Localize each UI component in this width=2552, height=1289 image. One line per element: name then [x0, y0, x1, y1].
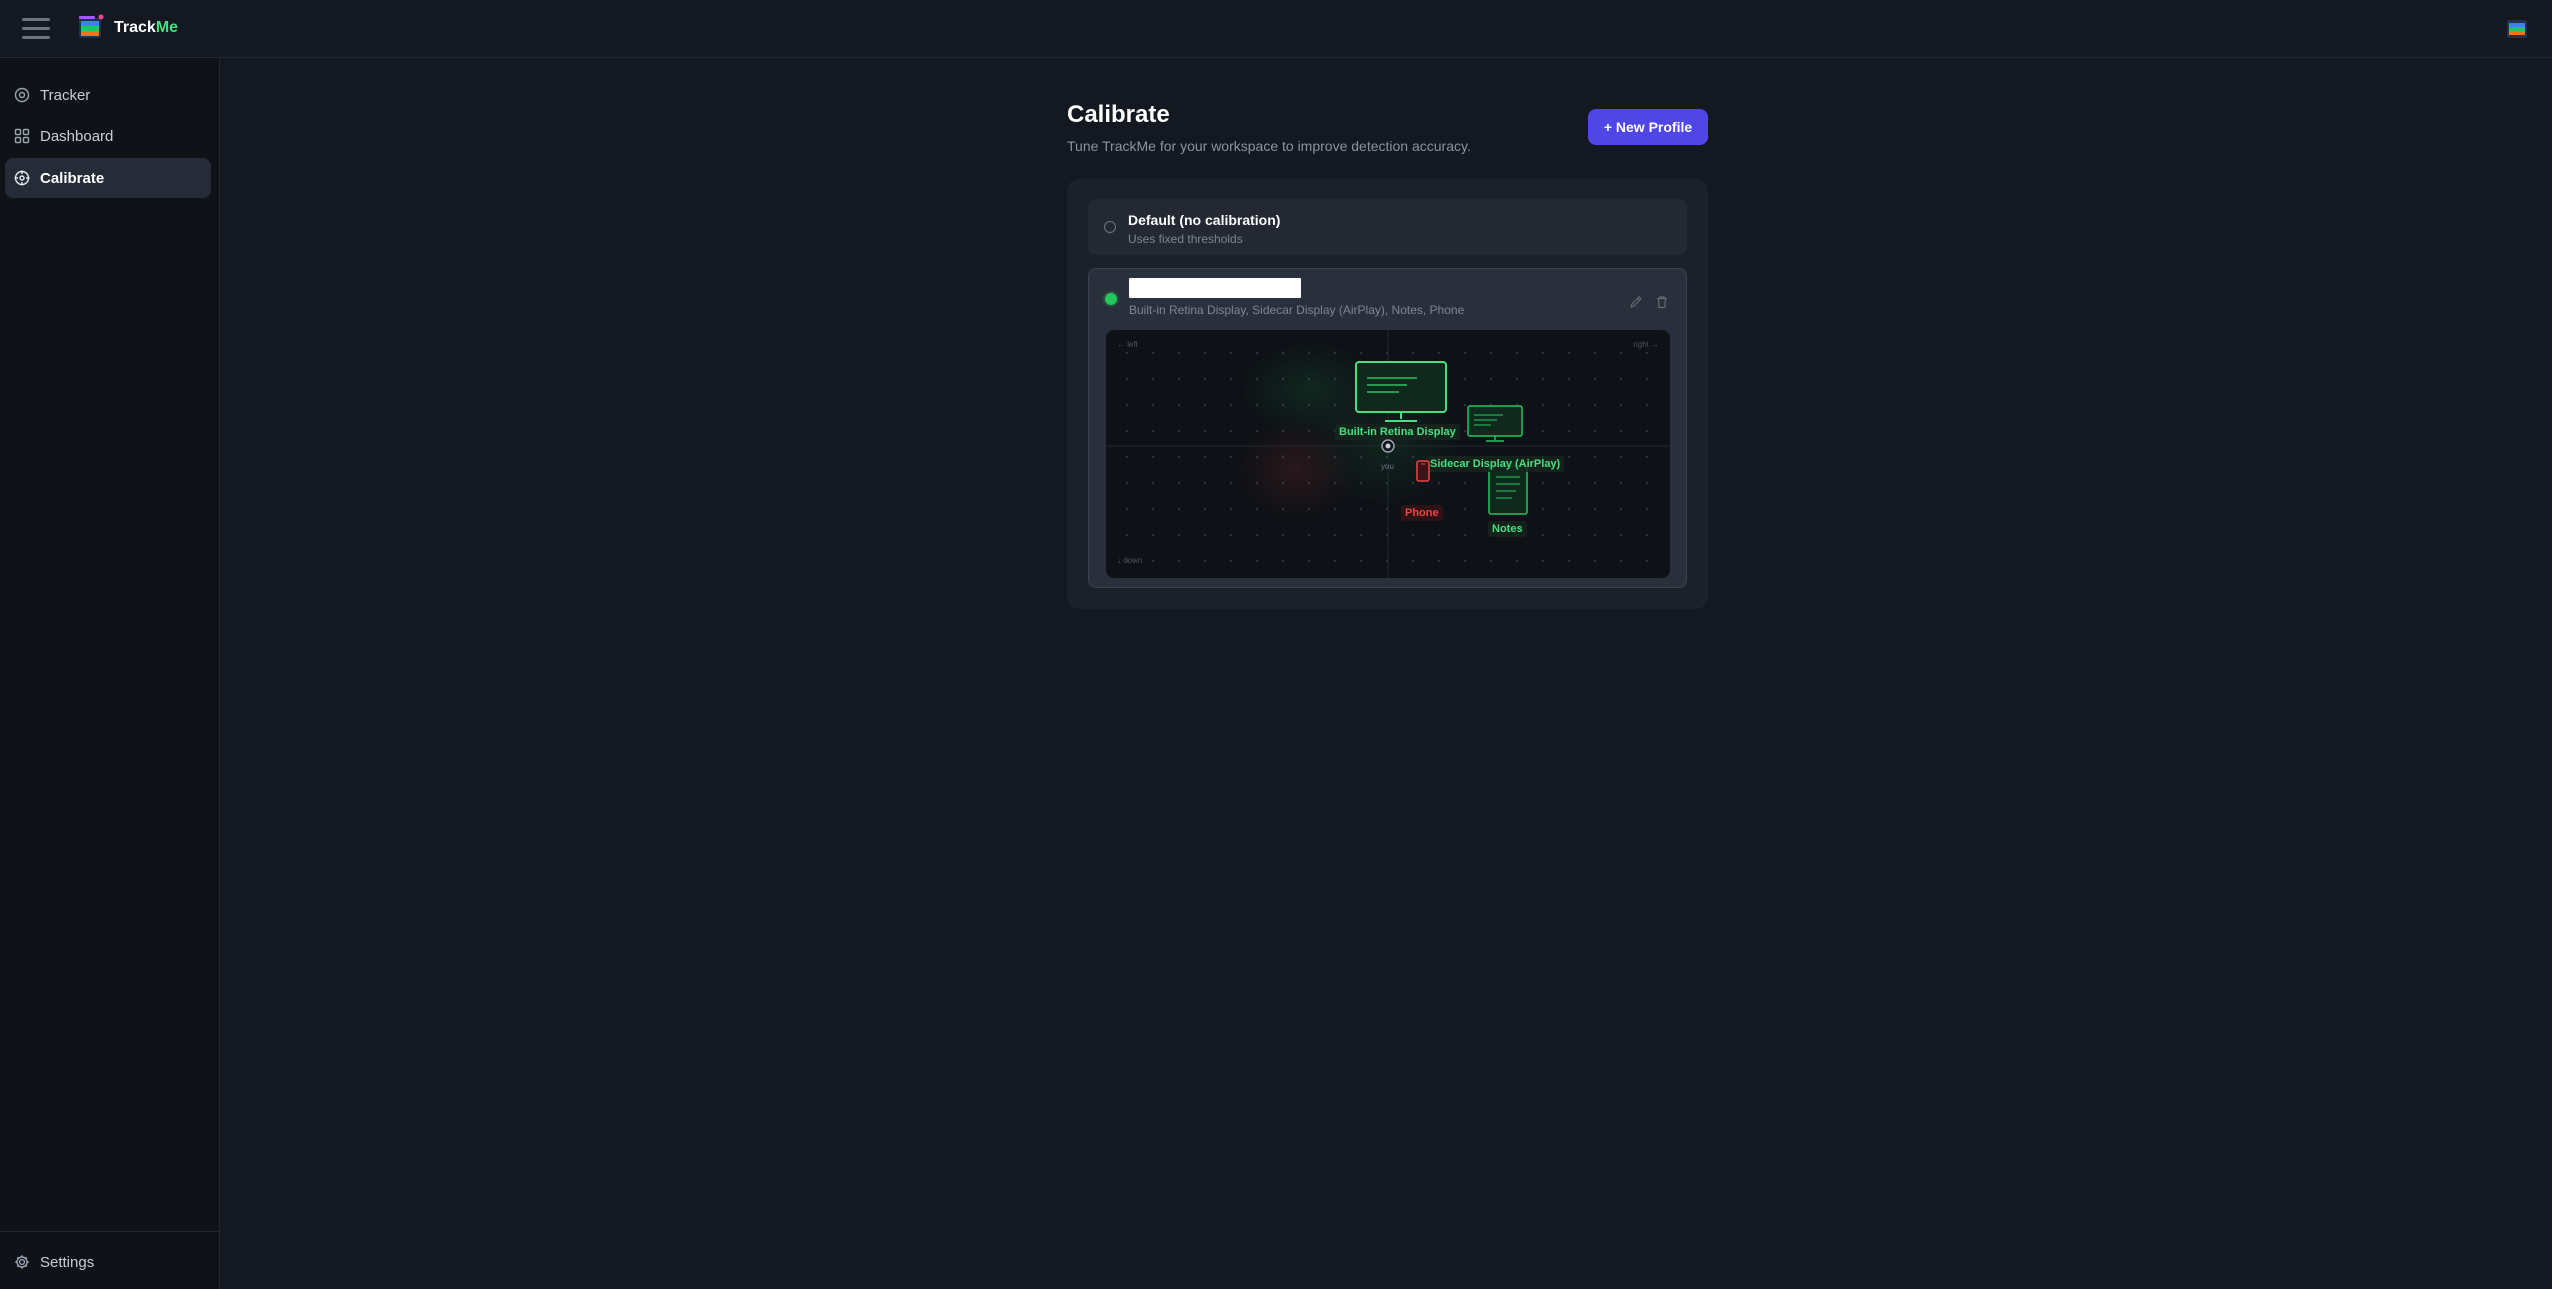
brand-suffix: Me — [155, 19, 179, 36]
new-profile-button[interactable]: + New Profile — [1588, 109, 1708, 145]
device-label-retina: Built-in Retina Display — [1335, 424, 1460, 440]
sidebar-item-settings[interactable]: Settings — [5, 1242, 211, 1282]
device-label-sidecar: Sidecar Display (AirPlay) — [1426, 456, 1565, 472]
trash-icon[interactable] — [1655, 295, 1669, 309]
top-bar: TrackMe — [0, 0, 2552, 58]
brand-prefix: Track — [114, 19, 156, 36]
user-avatar-icon[interactable] — [2507, 20, 2527, 38]
user-location-icon[interactable] — [1381, 439, 1395, 453]
monitor-icon[interactable] — [1355, 361, 1447, 423]
app-brand[interactable]: TrackMe — [114, 19, 178, 37]
monitor-icon[interactable] — [1467, 405, 1523, 443]
profile-title: Default (no calibration) — [1128, 212, 1281, 228]
axis-right-label: right → — [1633, 340, 1659, 349]
profiles-panel: Default (no calibration) Uses fixed thre… — [1067, 179, 1708, 609]
profile-devices-summary: Built-in Retina Display, Sidecar Display… — [1129, 303, 1465, 317]
axis-down-label: ↓ down — [1117, 556, 1143, 565]
edit-icon[interactable] — [1629, 295, 1643, 309]
grid-icon — [14, 128, 30, 144]
profile-subtitle: Uses fixed thresholds — [1128, 232, 1243, 246]
profile-radio-selected[interactable] — [1105, 293, 1117, 305]
axis-left-label: ← left — [1117, 340, 1138, 349]
hamburger-menu-icon[interactable] — [22, 16, 50, 40]
page-subtitle: Tune TrackMe for your workspace to impro… — [1067, 138, 1471, 154]
target-icon — [14, 87, 30, 103]
phone-icon[interactable] — [1416, 460, 1430, 482]
workspace-map[interactable]: ← left right → ↓ down Built-in Retina Di… — [1106, 330, 1670, 578]
device-label-phone: Phone — [1401, 505, 1443, 521]
sidebar-divider — [0, 1231, 220, 1232]
sidebar: Tracker Dashboard Calibrate Settings — [0, 58, 220, 1289]
sidebar-item-label: Settings — [40, 1253, 95, 1271]
sidebar-item-label: Dashboard — [40, 127, 114, 145]
device-label-notes: Notes — [1488, 521, 1527, 537]
sidebar-item-tracker[interactable]: Tracker — [5, 75, 211, 115]
page-title: Calibrate — [1067, 101, 1170, 128]
profile-card-default[interactable]: Default (no calibration) Uses fixed thre… — [1088, 199, 1687, 255]
gear-icon — [15, 1255, 29, 1269]
profile-name-input[interactable] — [1129, 278, 1301, 298]
profile-radio[interactable] — [1104, 221, 1116, 233]
crosshair-icon — [14, 170, 30, 186]
sidebar-item-calibrate[interactable]: Calibrate — [5, 158, 211, 198]
document-icon[interactable] — [1488, 465, 1528, 515]
sidebar-item-label: Tracker — [40, 86, 91, 104]
sidebar-item-dashboard[interactable]: Dashboard — [5, 116, 211, 156]
sidebar-item-label: Calibrate — [40, 169, 105, 187]
you-label: you — [1381, 462, 1394, 471]
trackme-logo-icon — [79, 14, 104, 38]
profile-card-custom[interactable]: Built-in Retina Display, Sidecar Display… — [1088, 268, 1687, 588]
